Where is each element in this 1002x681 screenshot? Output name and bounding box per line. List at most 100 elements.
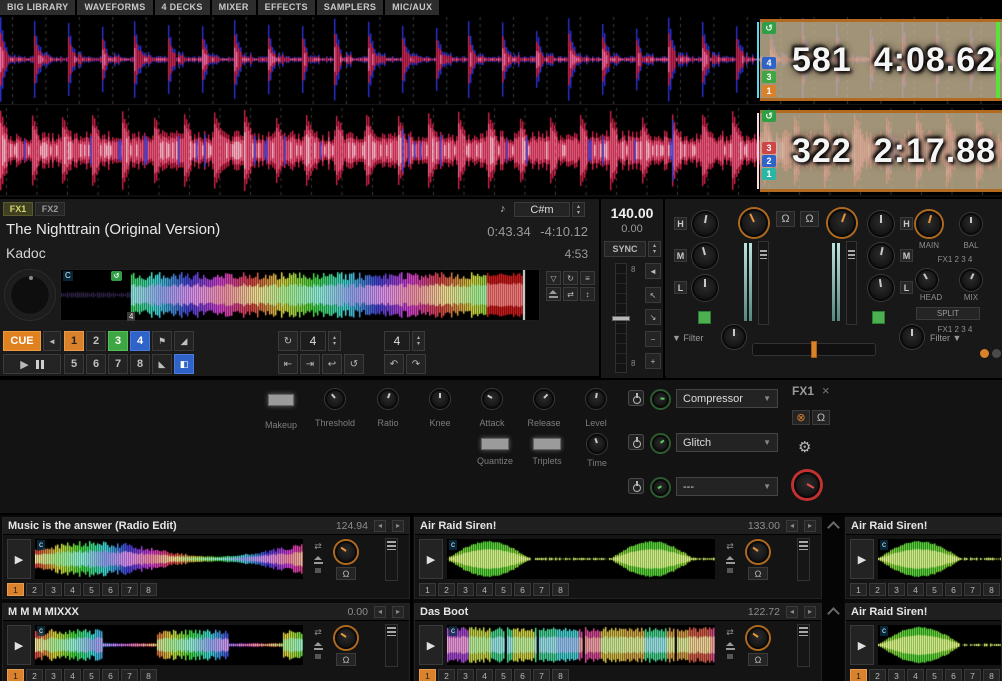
time-knob[interactable] (587, 434, 607, 454)
sampler-next-button[interactable]: ▸ (392, 520, 404, 532)
rate-minus-button[interactable]: − (645, 331, 661, 347)
fx-unit-close-button[interactable]: × (822, 383, 830, 398)
hotcue-8[interactable]: 8 (983, 669, 1000, 681)
deck2-scrolling-waveform[interactable]: 322 2:17.88 ↺ 3 2 1 (0, 106, 1002, 197)
crossfader-handle[interactable] (811, 341, 817, 358)
hotcue-4[interactable]: 4 (476, 583, 493, 596)
eject-icon[interactable] (314, 556, 323, 564)
quantize-toggle[interactable] (481, 438, 509, 450)
threshold-knob[interactable] (325, 389, 345, 409)
hotcue-4[interactable]: 4 (64, 669, 81, 681)
gain-knob-left[interactable] (740, 209, 768, 237)
hotcue-button-5[interactable]: 5 (64, 354, 84, 374)
headphone-cue-right[interactable]: Ω (800, 211, 819, 227)
hotcue-5[interactable]: 5 (83, 669, 100, 681)
hotcue-button-3[interactable]: 3 (108, 331, 128, 351)
sampler-prev-button[interactable]: ◂ (374, 606, 386, 618)
loop-activate-button[interactable]: ↻ (278, 331, 298, 351)
sampler-headphone-button[interactable]: Ω (336, 567, 356, 580)
triplets-toggle[interactable] (533, 438, 561, 450)
balance-knob[interactable] (960, 213, 982, 235)
beatjump-size-display[interactable]: 4 (384, 331, 410, 351)
hotcue-2[interactable]: 2 (26, 669, 43, 681)
hotcue-8[interactable]: 8 (552, 583, 569, 596)
sampler-next-button[interactable]: ▸ (804, 520, 816, 532)
volume-fader-left[interactable] (758, 241, 769, 325)
attack-knob[interactable] (482, 389, 502, 409)
hotcue-2[interactable]: 2 (26, 583, 43, 596)
pfl-indicator-left[interactable] (698, 311, 711, 324)
nudge-up-button[interactable]: ↖ (645, 287, 661, 303)
loop-size-stepper[interactable]: ▴ ▾ (328, 331, 341, 351)
sync-button[interactable]: SYNC (604, 241, 646, 257)
hotcue-3[interactable]: 3 (888, 583, 905, 596)
beatjump-back-button[interactable]: ↶ (384, 354, 404, 374)
beatgrid-lines-button[interactable]: ≡ (580, 271, 595, 285)
eq-mid-knob-left[interactable] (692, 243, 718, 269)
fader-handle[interactable] (760, 250, 767, 259)
repeat-icon[interactable]: ⇄ (726, 541, 734, 552)
eject-button[interactable] (546, 287, 561, 301)
pfl-indicator-right[interactable] (872, 311, 885, 324)
crossfader[interactable] (752, 343, 876, 356)
hotcue-1[interactable]: 1 (850, 669, 867, 681)
hotcue-3[interactable]: 3 (457, 669, 474, 681)
headphone-cue-left[interactable]: Ω (776, 211, 795, 227)
sampler-play-button[interactable]: ▶ (7, 539, 31, 579)
sampler-waveform[interactable] (35, 539, 303, 579)
sampler-gain-knob[interactable] (335, 627, 357, 649)
deck-fx2-tab[interactable]: FX2 (35, 202, 65, 216)
filter-knob-left[interactable] (722, 325, 746, 349)
sampler-next-button[interactable]: ▸ (804, 606, 816, 618)
hotcue-1[interactable]: 1 (7, 583, 24, 596)
filter-knob-right[interactable] (900, 325, 924, 349)
hotcue-4[interactable]: 4 (476, 669, 493, 681)
hotcue-button-4[interactable]: 4 (130, 331, 150, 351)
beatjump-size-stepper[interactable]: ▴ ▾ (412, 331, 425, 351)
fx-slot3-power-button[interactable] (628, 478, 644, 494)
makeup-toggle[interactable] (268, 394, 294, 406)
slip-flag-button[interactable]: ⚑ (152, 331, 172, 351)
menu-big-library[interactable]: BIG LIBRARY (0, 0, 75, 15)
hotcue-6[interactable]: 6 (102, 583, 119, 596)
rate-slider-handle[interactable] (612, 316, 630, 321)
eject-icon[interactable] (314, 642, 323, 650)
hotcue-8[interactable]: 8 (552, 669, 569, 681)
repeat-mode-button[interactable]: ↻ (563, 271, 578, 285)
fader-handle[interactable] (387, 541, 396, 550)
eq-high-knob-left[interactable] (692, 211, 718, 237)
fx-super-knob[interactable] (794, 472, 820, 498)
eject-icon[interactable] (726, 556, 735, 564)
sync-stepper[interactable]: ▴ ▾ (648, 241, 661, 257)
hotcue-4[interactable]: 4 (64, 583, 81, 596)
stepper-down-icon[interactable]: ▾ (649, 249, 660, 255)
cue-button[interactable]: CUE (3, 331, 41, 351)
rate-plus-button[interactable]: + (645, 353, 661, 369)
eq-mid-knob-right[interactable] (868, 243, 894, 269)
hotcue-6[interactable]: 6 (514, 669, 531, 681)
beats-translate-button[interactable]: ◢ (174, 331, 194, 351)
menu-mic-aux[interactable]: MIC/AUX (385, 0, 439, 15)
sampler-play-button[interactable]: ▶ (419, 539, 443, 579)
sampler-headphone-button[interactable]: Ω (336, 653, 356, 666)
hotcue-7[interactable]: 7 (964, 669, 981, 681)
fx-slot3-selector[interactable]: --- ▼ (676, 477, 778, 496)
fx-slot1-selector[interactable]: Compressor ▼ (676, 389, 778, 408)
main-volume-knob[interactable] (916, 211, 942, 237)
fx-slot2-meta-knob[interactable] (652, 435, 669, 452)
quantize-button[interactable]: ◧ (174, 354, 194, 374)
hotcue-4[interactable]: 4 (907, 583, 924, 596)
loop-exit-button[interactable]: ↺ (344, 354, 364, 374)
sampler-waveform[interactable] (878, 539, 1002, 579)
sampler-volume-fader[interactable] (797, 538, 810, 581)
sampler-waveform[interactable] (447, 539, 715, 579)
nudge-down-button[interactable]: ↘ (645, 309, 661, 325)
hotcue-4[interactable]: 4 (907, 669, 924, 681)
sampler-gain-knob[interactable] (747, 627, 769, 649)
eq-low-knob-right[interactable] (868, 275, 894, 301)
hotcue-2[interactable]: 2 (869, 669, 886, 681)
deck-overview-waveform[interactable]: C ↺ 4 (60, 269, 540, 321)
fx-slot1-meta-knob[interactable] (652, 391, 669, 408)
volume-fader-right[interactable] (846, 241, 857, 325)
menu-samplers[interactable]: SAMPLERS (317, 0, 383, 15)
